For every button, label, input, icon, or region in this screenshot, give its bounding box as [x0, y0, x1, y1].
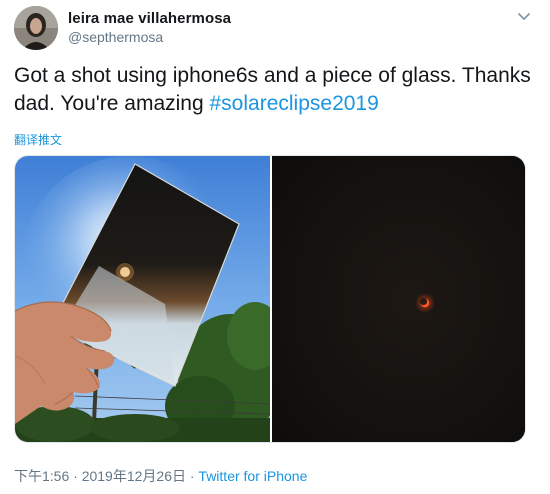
translate-tweet-link[interactable]: 翻译推文: [14, 131, 62, 148]
source-link[interactable]: Twitter for iPhone: [198, 468, 307, 484]
photo-glass-sky[interactable]: [15, 156, 283, 442]
media-grid: [14, 155, 526, 443]
user-handle[interactable]: @septhermosa: [68, 29, 163, 45]
user-display-name[interactable]: leira mae villahermosa: [68, 10, 231, 27]
tweet-card: leira mae villahermosa @septhermosa Got …: [0, 0, 550, 494]
tweet-text: Got a shot using iphone6s and a piece of…: [14, 62, 534, 118]
avatar[interactable]: [14, 6, 58, 50]
tweet-meta: 下午1:56 · 2019年12月26日 · Twitter for iPhon…: [14, 466, 307, 486]
photo-eclipse[interactable]: [272, 156, 525, 442]
hashtag-link[interactable]: #solareclipse2019: [210, 92, 379, 115]
timestamp[interactable]: 下午1:56 · 2019年12月26日 ·: [14, 468, 198, 484]
chevron-down-icon[interactable]: [516, 9, 532, 25]
